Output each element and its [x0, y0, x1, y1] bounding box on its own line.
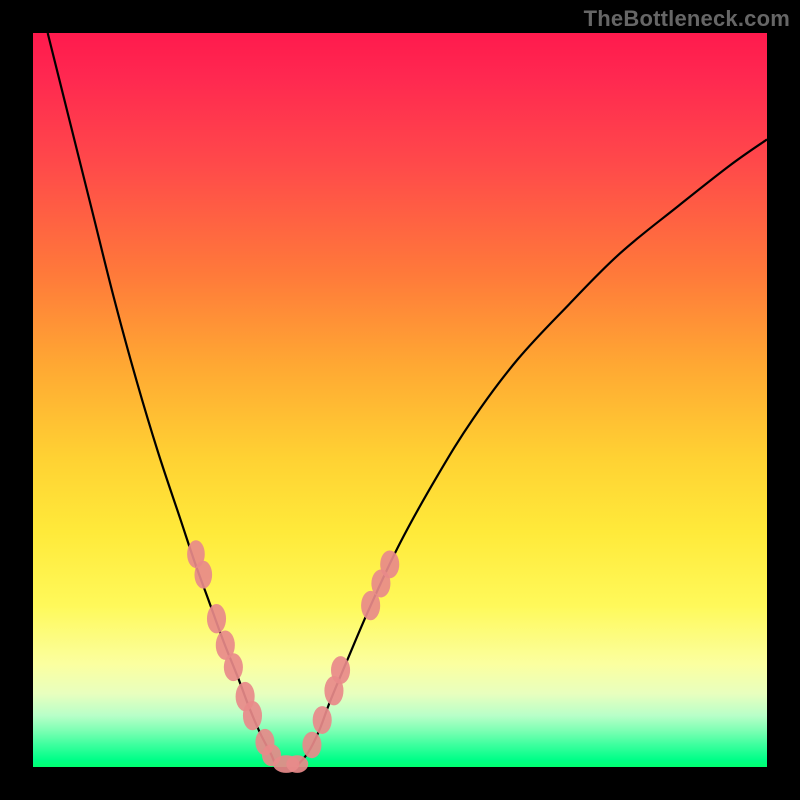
bead-marker: [243, 701, 262, 730]
bead-marker: [302, 732, 321, 758]
watermark-text: TheBottleneck.com: [584, 6, 790, 32]
chart-frame: TheBottleneck.com: [0, 0, 800, 800]
plot-area: [33, 33, 767, 767]
bead-marker: [286, 755, 308, 773]
bead-marker: [207, 604, 226, 633]
left-curve: [48, 33, 276, 766]
bead-marker: [224, 653, 243, 681]
bead-marker: [313, 706, 332, 734]
curve-group: [48, 33, 767, 766]
bead-marker: [380, 550, 399, 578]
bead-group: [187, 540, 399, 773]
bead-marker: [331, 656, 350, 684]
right-curve: [297, 139, 767, 765]
curves-svg: [33, 33, 767, 767]
bead-marker: [194, 561, 212, 589]
